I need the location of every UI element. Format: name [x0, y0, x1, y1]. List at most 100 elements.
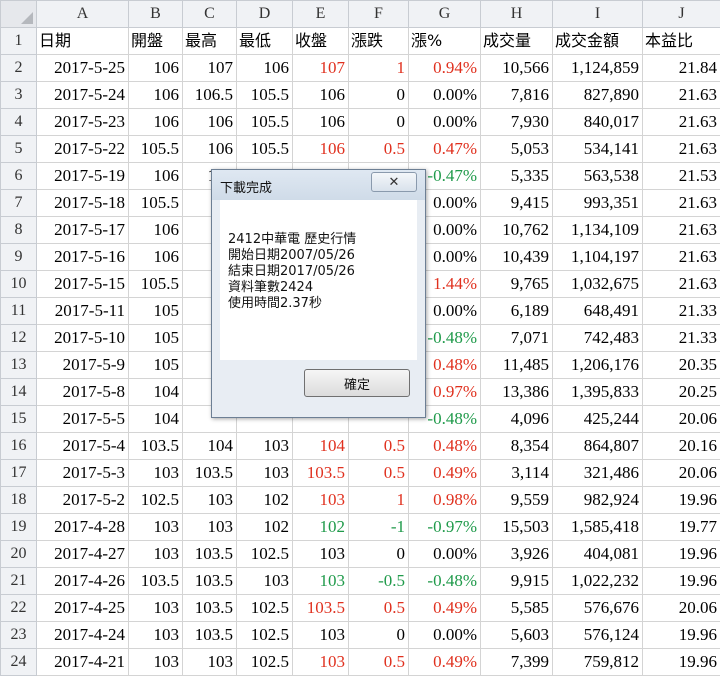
cell-f21[interactable]: -0.5: [349, 568, 409, 595]
cell-j16[interactable]: 20.16: [643, 433, 720, 460]
cell-i1[interactable]: 成交金額: [553, 28, 643, 55]
row-header[interactable]: 17: [1, 460, 37, 487]
cell-i10[interactable]: 1,032,675: [553, 271, 643, 298]
cell-b5[interactable]: 105.5: [129, 136, 183, 163]
cell-e1[interactable]: 收盤: [293, 28, 349, 55]
row-header[interactable]: 1: [1, 28, 37, 55]
cell-f23[interactable]: 0: [349, 622, 409, 649]
cell-j7[interactable]: 21.63: [643, 190, 720, 217]
dialog-close-button[interactable]: ✕: [371, 172, 417, 192]
cell-b19[interactable]: 103: [129, 514, 183, 541]
cell-j13[interactable]: 20.35: [643, 352, 720, 379]
cell-b21[interactable]: 103.5: [129, 568, 183, 595]
row-header[interactable]: 9: [1, 244, 37, 271]
cell-c21[interactable]: 103.5: [183, 568, 237, 595]
cell-j4[interactable]: 21.63: [643, 109, 720, 136]
cell-g19[interactable]: -0.97%: [409, 514, 481, 541]
cell-e3[interactable]: 106: [293, 82, 349, 109]
cell-c23[interactable]: 103.5: [183, 622, 237, 649]
cell-b22[interactable]: 103: [129, 595, 183, 622]
cell-i5[interactable]: 534,141: [553, 136, 643, 163]
cell-h13[interactable]: 11,485: [481, 352, 553, 379]
cell-e16[interactable]: 104: [293, 433, 349, 460]
cell-j12[interactable]: 21.33: [643, 325, 720, 352]
cell-b23[interactable]: 103: [129, 622, 183, 649]
cell-b2[interactable]: 106: [129, 55, 183, 82]
cell-b7[interactable]: 105.5: [129, 190, 183, 217]
cell-c2[interactable]: 107: [183, 55, 237, 82]
cell-j8[interactable]: 21.63: [643, 217, 720, 244]
cell-j14[interactable]: 20.25: [643, 379, 720, 406]
cell-j18[interactable]: 19.96: [643, 487, 720, 514]
cell-a4[interactable]: 2017-5-23: [37, 109, 129, 136]
cell-i20[interactable]: 404,081: [553, 541, 643, 568]
cell-e23[interactable]: 103: [293, 622, 349, 649]
cell-h17[interactable]: 3,114: [481, 460, 553, 487]
cell-h15[interactable]: 4,096: [481, 406, 553, 433]
row-header[interactable]: 16: [1, 433, 37, 460]
cell-h23[interactable]: 5,603: [481, 622, 553, 649]
cell-c18[interactable]: 103: [183, 487, 237, 514]
cell-h22[interactable]: 5,585: [481, 595, 553, 622]
cell-b10[interactable]: 105.5: [129, 271, 183, 298]
cell-e21[interactable]: 103: [293, 568, 349, 595]
cell-h4[interactable]: 7,930: [481, 109, 553, 136]
cell-i8[interactable]: 1,134,109: [553, 217, 643, 244]
cell-h8[interactable]: 10,762: [481, 217, 553, 244]
cell-d16[interactable]: 103: [237, 433, 293, 460]
cell-a23[interactable]: 2017-4-24: [37, 622, 129, 649]
cell-a1[interactable]: 日期: [37, 28, 129, 55]
column-header-e[interactable]: E: [293, 1, 349, 28]
cell-i11[interactable]: 648,491: [553, 298, 643, 325]
cell-e4[interactable]: 106: [293, 109, 349, 136]
cell-j9[interactable]: 21.63: [643, 244, 720, 271]
row-header[interactable]: 22: [1, 595, 37, 622]
cell-i24[interactable]: 759,812: [553, 649, 643, 676]
cell-g3[interactable]: 0.00%: [409, 82, 481, 109]
cell-a21[interactable]: 2017-4-26: [37, 568, 129, 595]
cell-g2[interactable]: 0.94%: [409, 55, 481, 82]
row-header[interactable]: 14: [1, 379, 37, 406]
cell-e22[interactable]: 103.5: [293, 595, 349, 622]
cell-j1[interactable]: 本益比: [643, 28, 720, 55]
row-header[interactable]: 18: [1, 487, 37, 514]
cell-g17[interactable]: 0.49%: [409, 460, 481, 487]
cell-f22[interactable]: 0.5: [349, 595, 409, 622]
row-header[interactable]: 11: [1, 298, 37, 325]
cell-c24[interactable]: 103: [183, 649, 237, 676]
cell-c19[interactable]: 103: [183, 514, 237, 541]
cell-c22[interactable]: 103.5: [183, 595, 237, 622]
cell-g21[interactable]: -0.48%: [409, 568, 481, 595]
cell-j2[interactable]: 21.84: [643, 55, 720, 82]
cell-a22[interactable]: 2017-4-25: [37, 595, 129, 622]
cell-b6[interactable]: 106: [129, 163, 183, 190]
cell-j19[interactable]: 19.77: [643, 514, 720, 541]
row-header[interactable]: 4: [1, 109, 37, 136]
cell-j20[interactable]: 19.96: [643, 541, 720, 568]
cell-a18[interactable]: 2017-5-2: [37, 487, 129, 514]
cell-e24[interactable]: 103: [293, 649, 349, 676]
cell-b1[interactable]: 開盤: [129, 28, 183, 55]
cell-g1[interactable]: 漲%: [409, 28, 481, 55]
cell-f24[interactable]: 0.5: [349, 649, 409, 676]
cell-a15[interactable]: 2017-5-5: [37, 406, 129, 433]
cell-h20[interactable]: 3,926: [481, 541, 553, 568]
cell-b16[interactable]: 103.5: [129, 433, 183, 460]
cell-g22[interactable]: 0.49%: [409, 595, 481, 622]
cell-i15[interactable]: 425,244: [553, 406, 643, 433]
cell-j22[interactable]: 20.06: [643, 595, 720, 622]
cell-f5[interactable]: 0.5: [349, 136, 409, 163]
row-header[interactable]: 5: [1, 136, 37, 163]
cell-h21[interactable]: 9,915: [481, 568, 553, 595]
column-header-g[interactable]: G: [409, 1, 481, 28]
cell-h6[interactable]: 5,335: [481, 163, 553, 190]
cell-h10[interactable]: 9,765: [481, 271, 553, 298]
cell-b18[interactable]: 102.5: [129, 487, 183, 514]
row-header[interactable]: 6: [1, 163, 37, 190]
cell-i16[interactable]: 864,807: [553, 433, 643, 460]
cell-b15[interactable]: 104: [129, 406, 183, 433]
cell-f3[interactable]: 0: [349, 82, 409, 109]
cell-i7[interactable]: 993,351: [553, 190, 643, 217]
cell-i19[interactable]: 1,585,418: [553, 514, 643, 541]
cell-i18[interactable]: 982,924: [553, 487, 643, 514]
